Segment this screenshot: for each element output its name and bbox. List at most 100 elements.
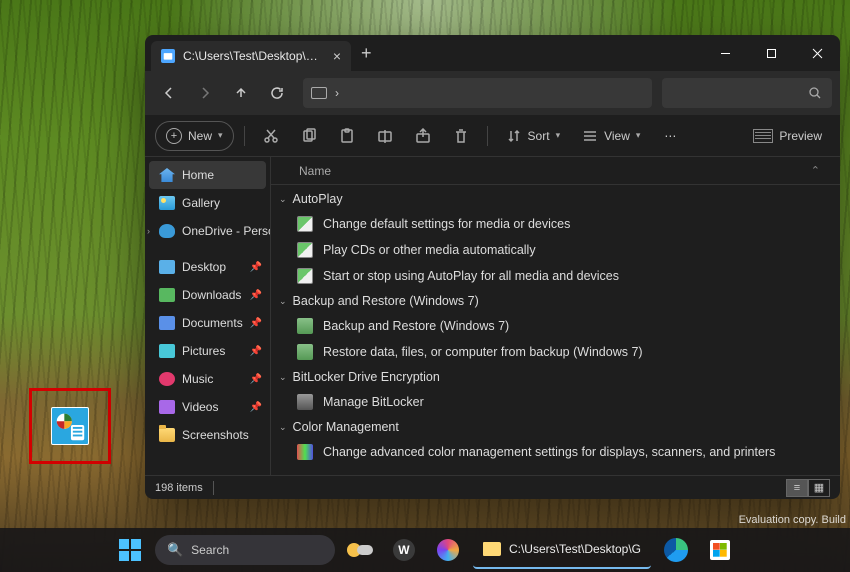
backup-icon (297, 344, 313, 360)
new-tab-button[interactable]: + (361, 43, 372, 64)
group-header[interactable]: ⌄AutoPlay (271, 187, 840, 211)
divider (244, 126, 245, 146)
bitlocker-icon (297, 394, 313, 410)
minimize-button[interactable] (702, 37, 748, 69)
forward-button[interactable] (189, 77, 221, 109)
pin-icon: 📌 (250, 374, 262, 385)
folder-icon (161, 49, 175, 63)
column-name[interactable]: Name (299, 164, 331, 178)
chevron-right-icon[interactable]: › (147, 226, 150, 236)
taskbar[interactable]: 🔍Search W C:\Users\Test\Desktop\G (0, 528, 850, 572)
list-item[interactable]: Start or stop using AutoPlay for all med… (271, 263, 840, 289)
tab-close-button[interactable]: × (333, 48, 341, 64)
download-icon (159, 288, 175, 302)
store-icon (710, 540, 730, 560)
refresh-button[interactable] (261, 77, 293, 109)
column-collapse-icon[interactable]: ⌃ (811, 164, 820, 177)
home-icon (159, 168, 175, 182)
list-item[interactable]: Change advanced color management setting… (271, 439, 840, 465)
start-button[interactable] (111, 531, 149, 569)
sidebar-item-gallery[interactable]: Gallery (145, 189, 270, 217)
chevron-down-icon: ▾ (636, 130, 641, 141)
taskbar-running-explorer[interactable]: C:\Users\Test\Desktop\G (473, 531, 651, 569)
search-icon (808, 86, 822, 100)
details-pane-icon (753, 129, 773, 143)
list-item[interactable]: Play CDs or other media automatically (271, 237, 840, 263)
chevron-down-icon: ▾ (556, 130, 561, 141)
sidebar-item-onedrive[interactable]: ›OneDrive - Perso (145, 217, 270, 245)
cloud-icon (159, 224, 175, 238)
close-button[interactable] (794, 37, 840, 69)
share-button[interactable] (407, 121, 439, 151)
status-bar: 198 items ≡ ▦ (145, 475, 840, 499)
color-mgmt-icon (297, 444, 313, 460)
weather-icon (347, 543, 373, 557)
taskbar-widgets[interactable] (341, 531, 379, 569)
up-button[interactable] (225, 77, 257, 109)
word-icon: W (393, 539, 415, 561)
address-bar[interactable]: › (303, 78, 652, 108)
group-header[interactable]: ⌄Backup and Restore (Windows 7) (271, 289, 840, 313)
taskbar-copilot[interactable] (429, 531, 467, 569)
list-item[interactable]: Backup and Restore (Windows 7) (271, 313, 840, 339)
plus-icon: + (166, 128, 182, 144)
godmode-desktop-icon[interactable] (51, 407, 89, 445)
pin-icon: 📌 (250, 290, 262, 301)
list-item[interactable]: Restore data, files, or computer from ba… (271, 339, 840, 365)
documents-icon (159, 316, 175, 330)
sidebar-item-music[interactable]: Music📌 (145, 365, 270, 393)
group-header[interactable]: ⌄Color Management (271, 415, 840, 439)
search-box[interactable] (662, 78, 832, 108)
delete-button[interactable] (445, 121, 477, 151)
nav-bar: › (145, 71, 840, 115)
browser-tab[interactable]: C:\Users\Test\Desktop\GodMo × (151, 41, 351, 71)
view-button[interactable]: View ▾ (574, 121, 648, 151)
pin-icon: 📌 (250, 262, 262, 273)
preview-button[interactable]: Preview (745, 121, 830, 151)
edge-icon (664, 538, 688, 562)
item-list[interactable]: ⌄AutoPlay Change default settings for me… (271, 185, 840, 475)
taskbar-edge[interactable] (657, 531, 695, 569)
control-panel-icon (297, 242, 313, 258)
taskbar-search[interactable]: 🔍Search (155, 535, 335, 565)
sort-button[interactable]: Sort ▾ (498, 121, 569, 151)
maximize-button[interactable] (748, 37, 794, 69)
back-button[interactable] (153, 77, 185, 109)
sidebar-item-desktop[interactable]: Desktop📌 (145, 253, 270, 281)
search-icon: 🔍 (167, 542, 183, 558)
column-header[interactable]: Name ⌃ (271, 157, 840, 185)
copy-button[interactable] (293, 121, 325, 151)
new-button[interactable]: + New ▾ (155, 121, 234, 151)
more-button[interactable]: ⋯ (654, 121, 686, 151)
sidebar-item-screenshots[interactable]: Screenshots (145, 421, 270, 449)
item-count: 198 items (155, 482, 203, 494)
sidebar-item-downloads[interactable]: Downloads📌 (145, 281, 270, 309)
folder-icon (159, 428, 175, 442)
gallery-icon (159, 196, 175, 210)
titlebar[interactable]: C:\Users\Test\Desktop\GodMo × + (145, 35, 840, 71)
rename-button[interactable] (369, 121, 401, 151)
group-header[interactable]: ⌄BitLocker Drive Encryption (271, 365, 840, 389)
taskbar-store[interactable] (701, 531, 739, 569)
desktop-icon (159, 260, 175, 274)
paste-button[interactable] (331, 121, 363, 151)
list-item[interactable]: Manage BitLocker (271, 389, 840, 415)
toolbar: + New ▾ Sort ▾ View ▾ ⋯ Preview (145, 115, 840, 157)
taskbar-app-word[interactable]: W (385, 531, 423, 569)
sidebar-item-home[interactable]: Home (149, 161, 266, 189)
sidebar-item-pictures[interactable]: Pictures📌 (145, 337, 270, 365)
content-pane: Name ⌃ ⌄AutoPlay Change default settings… (271, 157, 840, 475)
file-explorer-icon (483, 542, 501, 556)
thumbnails-view-toggle[interactable]: ▦ (808, 479, 830, 497)
sidebar-item-videos[interactable]: Videos📌 (145, 393, 270, 421)
list-item[interactable]: Change default settings for media or dev… (271, 211, 840, 237)
chevron-down-icon: ⌄ (279, 422, 287, 433)
evaluation-watermark: Evaluation copy. Build (739, 514, 846, 526)
sidebar: Home Gallery ›OneDrive - Perso Desktop📌 … (145, 157, 271, 475)
details-view-toggle[interactable]: ≡ (786, 479, 808, 497)
cut-button[interactable] (255, 121, 287, 151)
pin-icon: 📌 (250, 318, 262, 329)
pin-icon: 📌 (250, 402, 262, 413)
control-panel-icon (297, 268, 313, 284)
sidebar-item-documents[interactable]: Documents📌 (145, 309, 270, 337)
